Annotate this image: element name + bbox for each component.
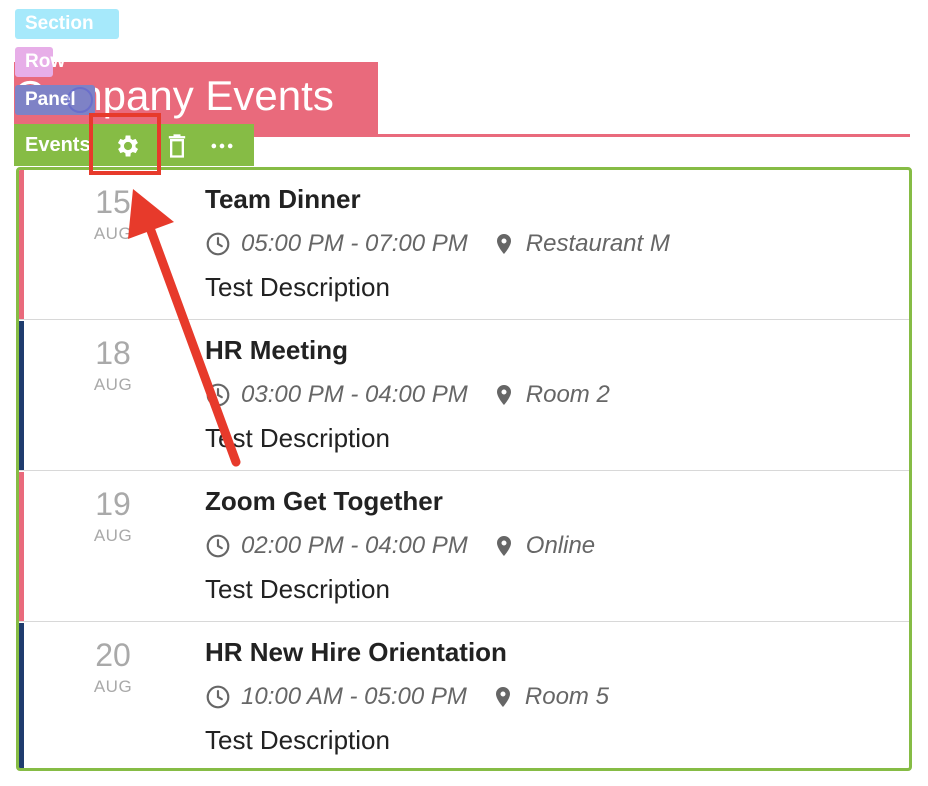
clock-icon <box>206 383 230 407</box>
event-row[interactable]: 19 AUG Zoom Get Together 02:00 PM - 04:00 P… <box>19 472 909 622</box>
more-icon[interactable] <box>208 132 236 160</box>
events-list: 15 AUG Team Dinner 05:00 PM - 07:00 PM Resta… <box>16 167 912 771</box>
event-location: Room 2 <box>525 381 610 408</box>
panel-circle-icon <box>67 87 93 113</box>
section-pill[interactable]: Section <box>15 9 119 39</box>
location-pin-icon <box>496 234 511 254</box>
event-accent-bar <box>19 472 24 621</box>
event-time: 10:00 AM - 05:00 PM <box>241 683 467 710</box>
row-pill[interactable]: Row <box>15 47 65 77</box>
highlight-box <box>89 113 161 175</box>
event-time: 02:00 PM - 04:00 PM <box>241 532 468 559</box>
event-description: Test Description <box>205 272 390 302</box>
event-month: AUG <box>93 677 133 696</box>
event-accent-bar <box>19 170 24 319</box>
trash-icon[interactable] <box>163 132 191 160</box>
event-time: 05:00 PM - 07:00 PM <box>241 230 468 257</box>
event-row[interactable]: 20 AUG HR New Hire Orientation 10:00 AM - 0… <box>19 623 909 768</box>
clock-icon <box>206 232 230 256</box>
toolbar-label: Events <box>25 134 91 156</box>
event-description: Test Description <box>205 725 390 755</box>
event-location: Room 5 <box>524 683 609 710</box>
event-meta: 10:00 AM - 05:00 PM Room 5 <box>205 683 609 711</box>
event-meta: 05:00 PM - 07:00 PM Restaurant M <box>205 230 670 258</box>
event-location: Online <box>525 532 596 559</box>
event-row[interactable]: 18 AUG HR Meeting 03:00 PM - 04:00 PM Room 2… <box>19 321 909 471</box>
event-title[interactable]: HR New Hire Orientation <box>205 637 507 668</box>
event-accent-bar <box>19 321 24 470</box>
event-month: AUG <box>93 375 133 394</box>
event-day: 20 <box>95 637 131 673</box>
location-pin-icon <box>495 687 510 707</box>
event-month: AUG <box>93 224 133 243</box>
event-day: 19 <box>95 486 131 522</box>
event-title[interactable]: HR Meeting <box>205 335 348 366</box>
clock-icon <box>206 685 230 709</box>
event-month: AUG <box>93 526 133 545</box>
event-title[interactable]: Team Dinner <box>205 184 361 215</box>
event-meta: 02:00 PM - 04:00 PM Online <box>205 532 595 560</box>
event-title[interactable]: Zoom Get Together <box>205 486 443 517</box>
clock-icon <box>206 534 230 558</box>
event-accent-bar <box>19 623 24 768</box>
event-description: Test Description <box>205 574 390 604</box>
event-location: Restaurant M <box>525 230 670 257</box>
event-description: Test Description <box>205 423 390 453</box>
location-pin-icon <box>496 536 511 556</box>
event-time: 03:00 PM - 04:00 PM <box>241 381 468 408</box>
event-meta: 03:00 PM - 04:00 PM Room 2 <box>205 381 610 409</box>
location-pin-icon <box>496 385 511 405</box>
event-row[interactable]: 15 AUG Team Dinner 05:00 PM - 07:00 PM Resta… <box>19 170 909 320</box>
event-day: 18 <box>95 335 131 371</box>
event-day: 15 <box>95 184 131 220</box>
